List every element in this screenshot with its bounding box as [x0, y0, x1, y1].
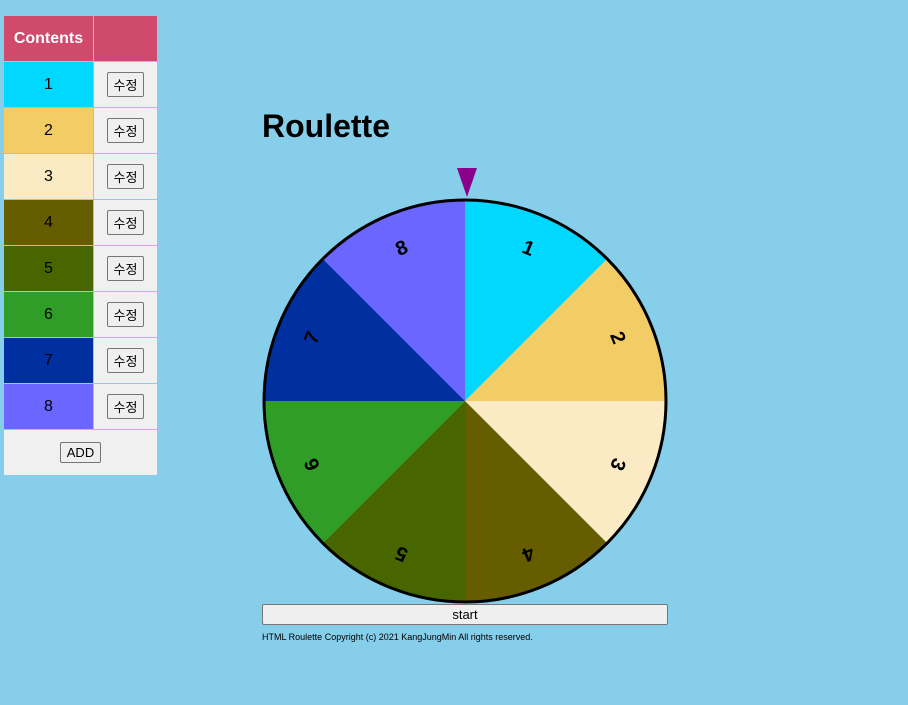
- edit-cell: 수정: [93, 107, 158, 154]
- table-row: 3 수정: [3, 153, 158, 200]
- table-row: 7 수정: [3, 337, 158, 384]
- edit-cell: 수정: [93, 61, 158, 108]
- add-button[interactable]: ADD: [59, 442, 102, 463]
- edit-cell: 수정: [93, 337, 158, 384]
- edit-cell: 수정: [93, 291, 158, 338]
- table-row: 2 수정: [3, 107, 158, 154]
- edit-button[interactable]: 수정: [106, 348, 145, 373]
- contents-table: Contents 1 수정 2 수정 3 수정 4 수정 5 수정 6 수정 7…: [3, 15, 158, 476]
- edit-cell: 수정: [93, 153, 158, 200]
- table-body: 1 수정 2 수정 3 수정 4 수정 5 수정 6 수정 7 수정 8 수정: [3, 61, 158, 430]
- table-row: 4 수정: [3, 199, 158, 246]
- item-label: 1: [3, 61, 94, 108]
- edit-cell: 수정: [93, 245, 158, 292]
- edit-button[interactable]: 수정: [106, 256, 145, 281]
- item-label: 3: [3, 153, 94, 200]
- wheel-segments: [264, 200, 666, 602]
- edit-cell: 수정: [93, 383, 158, 430]
- edit-button[interactable]: 수정: [106, 210, 145, 235]
- table-row: 5 수정: [3, 245, 158, 292]
- item-label: 7: [3, 337, 94, 384]
- table-header-row: Contents: [3, 15, 158, 62]
- contents-header: Contents: [3, 15, 94, 62]
- item-label: 5: [3, 245, 94, 292]
- edit-button[interactable]: 수정: [106, 118, 145, 143]
- table-row: 8 수정: [3, 383, 158, 430]
- item-label: 2: [3, 107, 94, 154]
- table-row: 6 수정: [3, 291, 158, 338]
- actions-header: [93, 15, 158, 62]
- copyright-text: HTML Roulette Copyright (c) 2021 KangJun…: [262, 632, 533, 642]
- edit-button[interactable]: 수정: [106, 302, 145, 327]
- edit-button[interactable]: 수정: [106, 164, 145, 189]
- item-label: 4: [3, 199, 94, 246]
- add-row: ADD: [3, 429, 158, 476]
- add-cell: ADD: [3, 429, 158, 476]
- roulette-wheel[interactable]: 12345678: [262, 198, 668, 604]
- edit-cell: 수정: [93, 199, 158, 246]
- table-row: 1 수정: [3, 61, 158, 108]
- edit-button[interactable]: 수정: [106, 394, 145, 419]
- item-label: 6: [3, 291, 94, 338]
- page-title: Roulette: [262, 108, 390, 144]
- item-label: 8: [3, 383, 94, 430]
- start-button[interactable]: start: [262, 604, 668, 625]
- pointer-triangle-icon: [457, 168, 477, 197]
- edit-button[interactable]: 수정: [106, 72, 145, 97]
